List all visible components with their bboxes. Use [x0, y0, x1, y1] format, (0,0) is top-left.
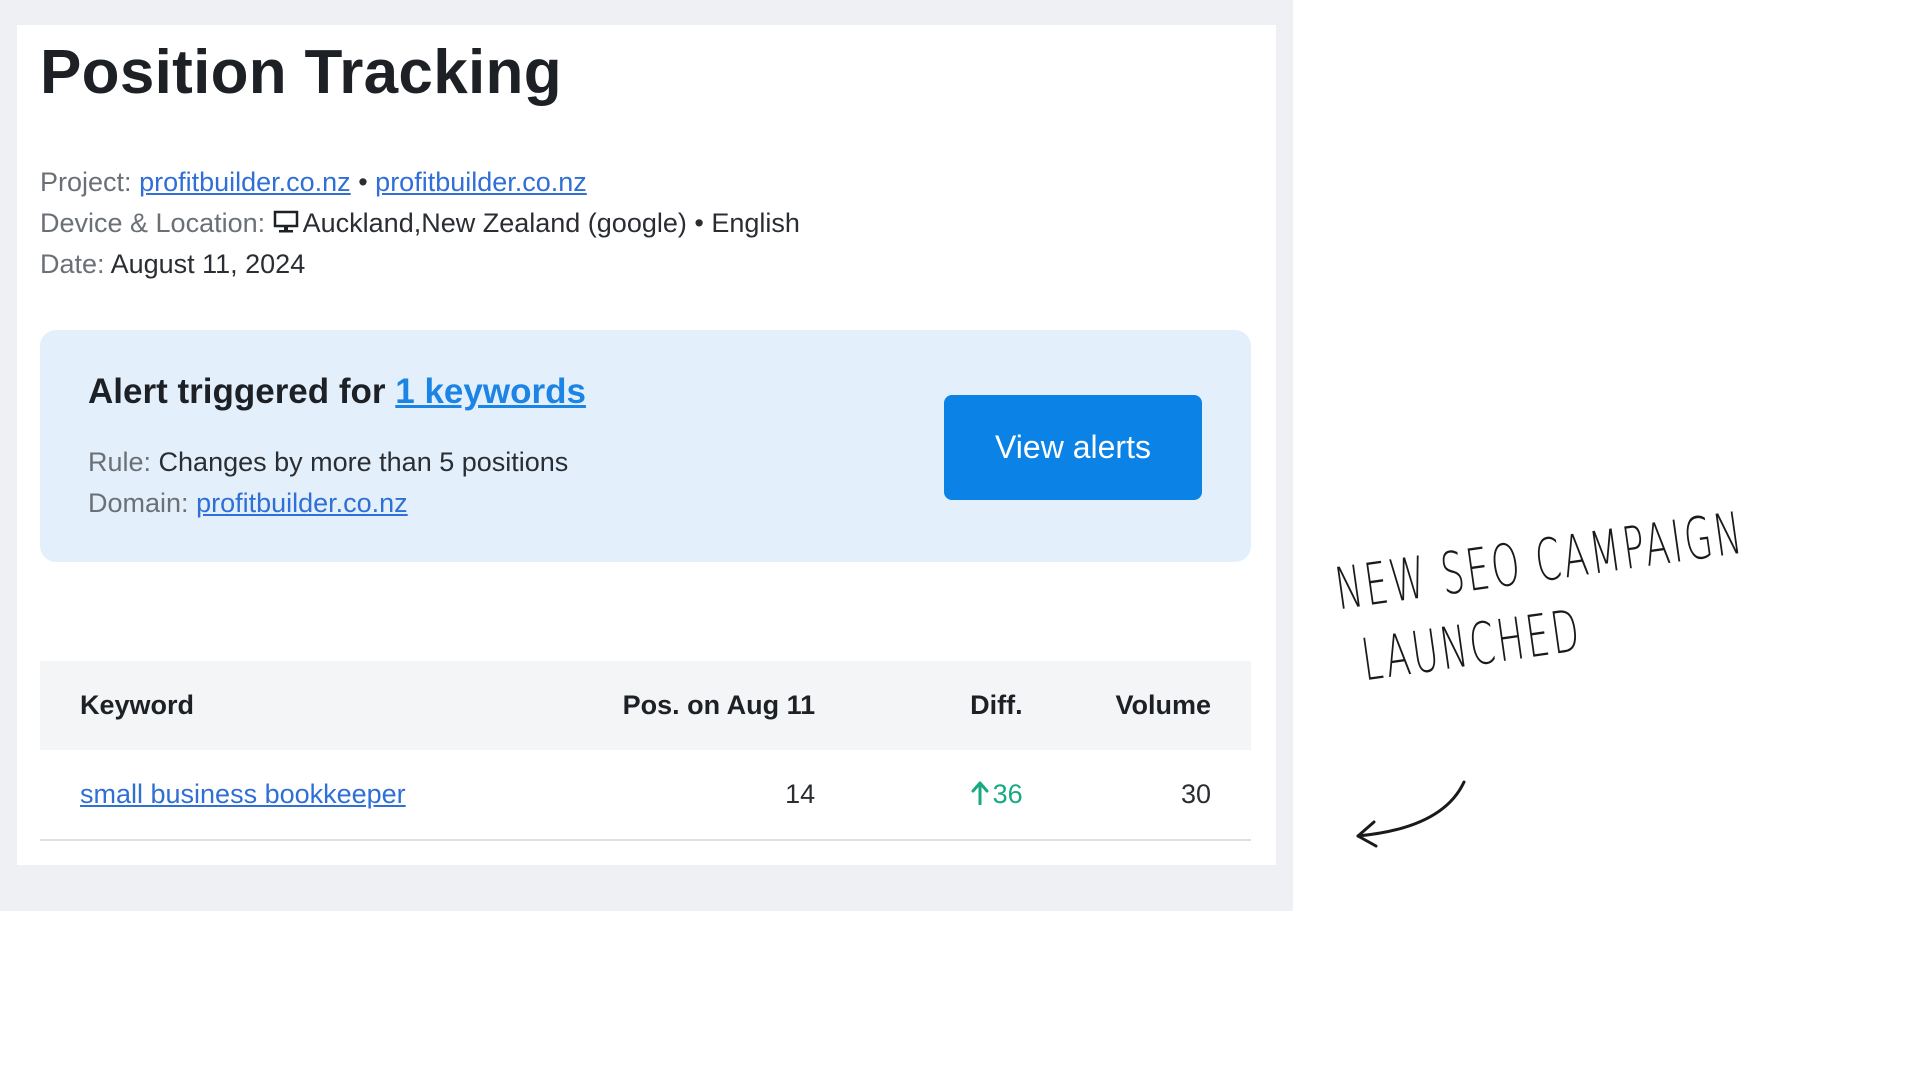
column-header-diff[interactable]: Diff. — [909, 661, 1043, 750]
handwritten-annotation: NEW SEO CAMPAIGN LAUNCHED — [1330, 491, 1760, 705]
volume-cell: 30 — [1042, 750, 1251, 841]
alert-panel: Alert triggered for 1 keywords Rule: Cha… — [40, 330, 1251, 562]
column-header-position[interactable]: Pos. on Aug 11 — [521, 661, 910, 750]
keyword-cell: small business bookkeeper — [40, 750, 522, 841]
alert-rule-label: Rule: — [88, 447, 152, 477]
alert-domain-link[interactable]: profitbuilder.co.nz — [196, 488, 408, 518]
report-card: Position Tracking Project: profitbuilder… — [17, 25, 1276, 865]
project-row: Project: profitbuilder.co.nz • profitbui… — [40, 162, 800, 203]
alert-keywords-link[interactable]: 1 keywords — [395, 372, 586, 411]
arrow-up-icon — [971, 781, 989, 805]
position-cell: 14 — [521, 750, 910, 841]
column-header-keyword[interactable]: Keyword — [40, 661, 522, 750]
alert-title-prefix: Alert triggered for — [88, 372, 386, 411]
project-link-2[interactable]: profitbuilder.co.nz — [375, 167, 587, 197]
diff-value: 36 — [992, 779, 1023, 809]
table-row: small business bookkeeper 14 36 30 — [40, 750, 1251, 841]
language-text: English — [711, 208, 800, 238]
date-label: Date: — [40, 249, 105, 279]
alert-title: Alert triggered for 1 keywords — [88, 372, 586, 412]
keywords-table: Keyword Pos. on Aug 11 Diff. Volume smal… — [40, 661, 1251, 841]
location-text: Auckland,New Zealand (google) — [302, 208, 687, 238]
alert-domain-row: Domain: profitbuilder.co.nz — [88, 483, 568, 524]
date-row: Date: August 11, 2024 — [40, 244, 800, 285]
alert-details: Rule: Changes by more than 5 positions D… — [88, 442, 568, 524]
project-separator: • — [358, 167, 368, 197]
project-link-1[interactable]: profitbuilder.co.nz — [139, 167, 351, 197]
page-title: Position Tracking — [40, 38, 562, 107]
column-header-volume[interactable]: Volume — [1042, 661, 1251, 750]
device-location-row: Device & Location: Auckland,New Zealand … — [40, 203, 800, 244]
language-separator: • — [694, 208, 704, 238]
device-location-label: Device & Location: — [40, 208, 266, 238]
project-label: Project: — [40, 167, 132, 197]
alert-rule-value: Changes by more than 5 positions — [158, 447, 569, 477]
diff-cell: 36 — [909, 750, 1043, 841]
alert-domain-label: Domain: — [88, 488, 189, 518]
view-alerts-button[interactable]: View alerts — [944, 395, 1202, 500]
desktop-monitor-icon — [273, 210, 298, 233]
keyword-link[interactable]: small business bookkeeper — [80, 779, 406, 809]
date-value: August 11, 2024 — [110, 249, 306, 279]
alert-rule-row: Rule: Changes by more than 5 positions — [88, 442, 568, 483]
report-meta: Project: profitbuilder.co.nz • profitbui… — [40, 162, 800, 285]
table-header-row: Keyword Pos. on Aug 11 Diff. Volume — [40, 661, 1251, 750]
hand-drawn-arrow-icon — [1356, 780, 1466, 848]
